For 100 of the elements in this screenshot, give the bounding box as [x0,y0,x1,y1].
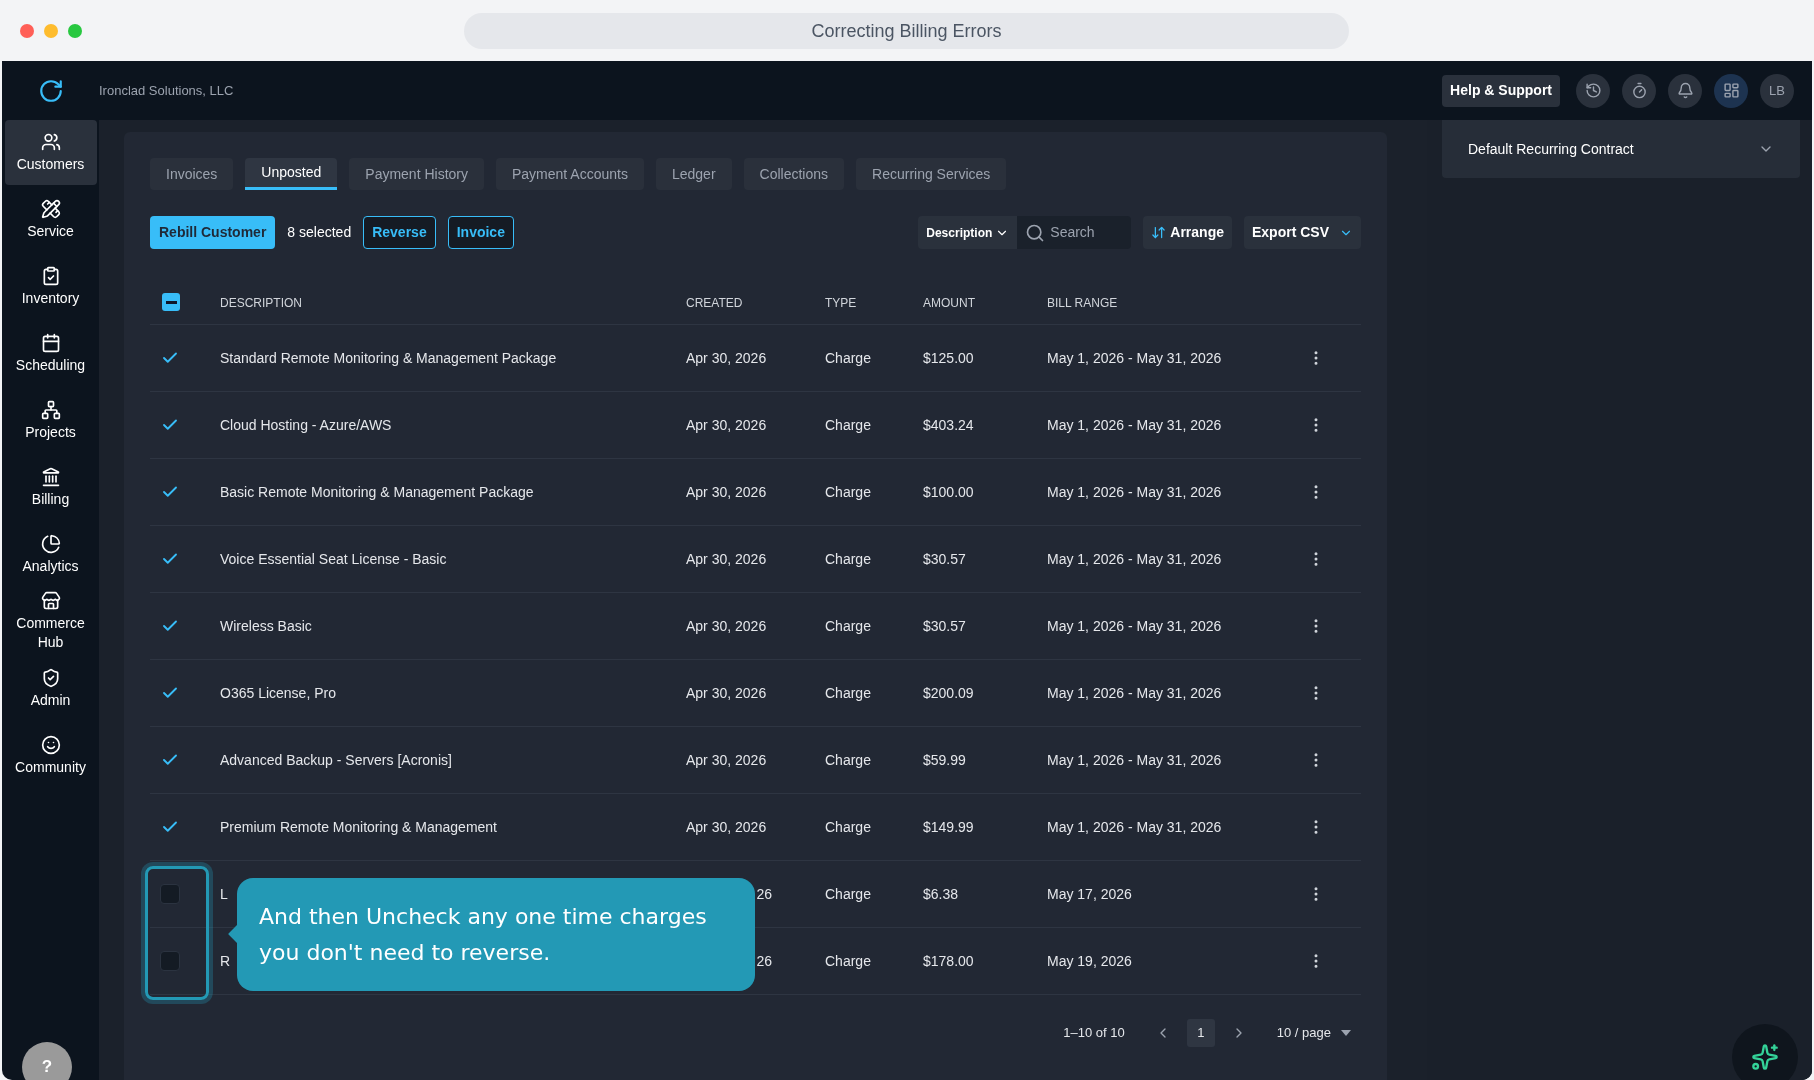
page-number[interactable]: 1 [1186,1018,1215,1047]
table-cell: May 1, 2026 - May 31, 2026 [1047,483,1222,500]
table-cell: Apr 30, 2026 [686,684,767,701]
table-cell: $6.38 [923,885,959,902]
table-cell: Apr 30, 2026 [686,550,767,567]
timer-icon[interactable] [1622,73,1656,108]
table-cell: May 19, 2026 [1047,952,1132,969]
tab[interactable]: Recurring Services [856,158,1007,190]
sidebar-item[interactable]: Community [4,723,97,788]
tools-icon [40,198,61,219]
table-cell: Charge [825,751,871,768]
table-cell: May 1, 2026 - May 31, 2026 [1047,751,1222,768]
action-button[interactable]: Reverse [363,216,436,249]
table-cell: L [220,885,228,902]
table-cell: Apr 30, 2026 [686,416,767,433]
table-cell: Advanced Backup - Servers [Acronis] [220,751,452,768]
sidebar-item[interactable]: Admin [4,656,97,721]
filter-dropdown[interactable]: Description [918,216,1018,249]
table-cell: May 1, 2026 - May 31, 2026 [1047,617,1222,634]
tab[interactable]: Collections [743,158,845,190]
table-cell: $403.24 [923,416,974,433]
table-cell: Charge [825,349,871,366]
sidebar-item[interactable]: Billing [4,455,97,520]
bell-icon[interactable] [1668,73,1702,108]
table-cell: Apr 30, 2026 [686,349,767,366]
table-cell: 26 [756,952,772,969]
table-cell: $178.00 [923,952,974,969]
table-cell: R [220,952,231,969]
checkbox[interactable] [160,884,180,904]
selected-count: 8 selected [287,223,352,242]
sidebar-item[interactable]: Scheduling [4,321,97,386]
table-cell: $30.57 [923,550,966,567]
sort-arrows-icon [1151,225,1167,240]
page-range: 1–10 of 10 [1063,1023,1125,1042]
tab[interactable]: Unposted [245,158,338,190]
table-cell: Standard Remote Monitoring & Management Package [220,349,557,366]
table-cell: Premium Remote Monitoring & Management [220,818,497,835]
column-header: AMOUNT [923,296,975,310]
table-cell: May 17, 2026 [1047,885,1132,902]
table-cell: Wireless Basic [220,617,312,634]
table-cell: $30.57 [923,617,966,634]
rebill-customer-button[interactable]: Rebill Customer [150,216,276,249]
tab[interactable]: Payment Accounts [496,158,644,190]
bank-icon [40,466,61,487]
arrange-button[interactable]: Arrange [1143,216,1232,249]
contract-dropdown[interactable]: Default Recurring Contract [1442,120,1800,178]
page-size-dropdown[interactable]: 10 / page [1276,1022,1351,1043]
sidebar-item[interactable]: Inventory [4,254,97,319]
table-cell: Voice Essential Seat License - Basic [220,550,447,567]
table-cell: $149.99 [923,818,974,835]
table-cell: O365 License, Pro [220,684,336,701]
search-icon [1025,222,1046,243]
table-cell: May 1, 2026 - May 31, 2026 [1047,416,1222,433]
table-cell: May 1, 2026 - May 31, 2026 [1047,550,1222,567]
store-icon [40,591,61,611]
history-icon[interactable] [1576,73,1610,108]
table-cell: May 1, 2026 - May 31, 2026 [1047,349,1222,366]
table-cell: $200.09 [923,684,974,701]
hierarchy-icon [40,399,61,420]
table-cell: Charge [825,885,871,902]
smiley-icon [40,734,61,755]
help-support-button[interactable]: Help & Support [1442,74,1560,107]
table-cell: Charge [825,684,871,701]
sidebar-item[interactable]: Customers [4,120,97,185]
sidebar-item[interactable]: Commerce Hub [4,589,97,654]
table-cell: Apr 30, 2026 [686,617,767,634]
column-header: CREATED [686,296,743,310]
sidebar-item[interactable]: Analytics [4,522,97,587]
table-cell: May 1, 2026 - May 31, 2026 [1047,818,1222,835]
table-cell: Charge [825,952,871,969]
tooltip-text: And then Uncheck any one time charges you don't need to reverse. [259,902,708,967]
sidebar-item[interactable]: Service [4,187,97,252]
search-input[interactable]: Search [1050,222,1121,243]
table-cell: 26 [756,885,772,902]
search-field[interactable]: Search [1017,216,1132,249]
sidebar-item[interactable]: Projects [4,388,97,453]
column-header: BILL RANGE [1047,296,1118,310]
table-cell: $59.99 [923,751,966,768]
user-avatar[interactable]: LB [1760,73,1794,108]
tab[interactable]: Ledger [655,158,732,190]
table-cell: Charge [825,550,871,567]
table-cell: Charge [825,818,871,835]
select-all-checkbox[interactable] [162,293,180,311]
tab[interactable]: Payment History [349,158,484,190]
action-button[interactable]: Invoice [447,216,514,249]
table-cell: Apr 30, 2026 [686,751,767,768]
table-cell: Cloud Hosting - Azure/AWS [220,416,392,433]
export-csv-button[interactable]: Export CSV [1244,216,1361,249]
close-window-icon[interactable] [20,23,34,38]
window-title: Correcting Billing Errors [464,13,1349,49]
table-cell: Charge [825,617,871,634]
dashboard-icon[interactable] [1714,73,1748,108]
assistant-button[interactable] [1732,1024,1798,1080]
table-cell: $125.00 [923,349,974,366]
company-name: Ironclad Solutions, LLC [99,81,234,100]
pie-chart-icon [40,533,61,554]
tab[interactable]: Invoices [150,158,234,190]
column-header: DESCRIPTION [220,296,302,310]
table-cell: Apr 30, 2026 [686,483,767,500]
checkbox[interactable] [160,951,180,971]
